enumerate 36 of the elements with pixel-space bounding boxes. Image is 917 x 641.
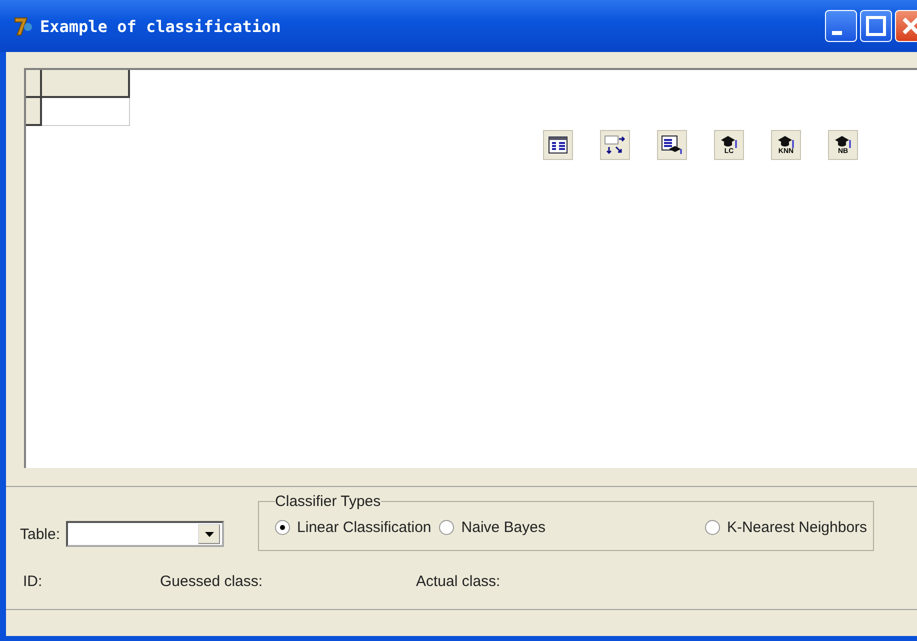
grid-cell[interactable]	[42, 98, 130, 126]
grid-header-cell	[26, 70, 42, 98]
info-label: ID:	[23, 573, 44, 592]
minimize-icon	[832, 31, 842, 35]
table-cap-icon	[661, 135, 683, 155]
table-dropdown[interactable]	[66, 521, 224, 547]
dropdown-button[interactable]	[198, 524, 220, 544]
window-title: Example of classification	[40, 16, 281, 36]
radio-label: Naive Bayes	[461, 518, 546, 536]
maximize-button[interactable]	[860, 10, 892, 42]
radio-button[interactable]	[275, 520, 290, 534]
graduation-cap-icon	[834, 135, 852, 148]
graduation-cap-icon	[720, 135, 738, 148]
caret-icon	[204, 532, 214, 536]
radio-option[interactable]: Naive Bayes	[439, 510, 546, 544]
radio-label: K-Nearest Neighbors	[726, 518, 868, 536]
radio-option[interactable]: K-Nearest Neighbors	[704, 510, 868, 544]
grid-header-cell	[26, 98, 42, 126]
info-label: Actual class:	[416, 573, 500, 592]
toolbar-button[interactable]	[600, 130, 630, 160]
radio-button[interactable]	[704, 520, 720, 534]
maximize-icon	[866, 16, 886, 36]
radio-button[interactable]	[439, 520, 454, 534]
radio-label: Linear Classification	[297, 518, 432, 536]
close-icon	[902, 17, 917, 35]
toolbar-button[interactable]	[543, 130, 573, 160]
minimize-button[interactable]	[825, 10, 857, 42]
arrows-icon	[604, 135, 626, 155]
radio-option[interactable]: Linear Classification	[275, 510, 432, 544]
app-icon	[12, 15, 34, 37]
toolbar-button[interactable]	[657, 130, 687, 160]
table-icon	[548, 136, 568, 154]
info-label: Guessed class:	[160, 573, 264, 592]
group-title: Classifier Types	[275, 493, 381, 510]
graduation-cap-icon	[777, 135, 795, 148]
field-label: Table:	[20, 526, 60, 542]
